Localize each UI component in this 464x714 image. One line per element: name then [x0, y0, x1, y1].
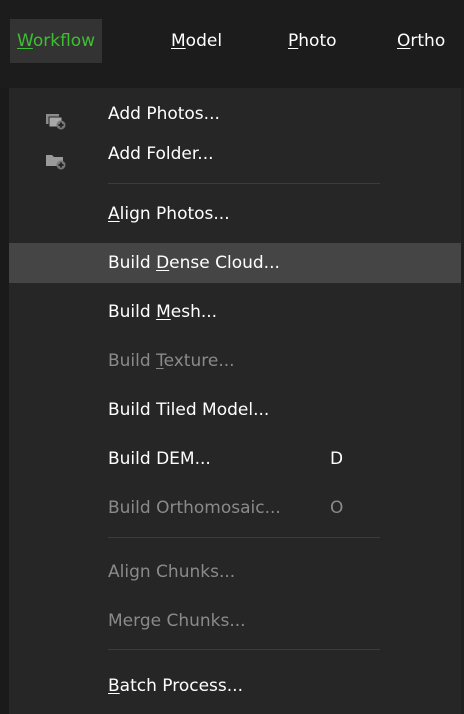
menu-item-merge-chunks[interactable]: Merge Chunks...: [9, 601, 461, 641]
menu-item-align-photos[interactable]: Align Photos...: [9, 194, 461, 234]
menu-item-label: Add Photos...: [108, 104, 220, 124]
menu-model-mnemonic: M: [171, 31, 186, 51]
add-photos-icon: [45, 105, 67, 130]
menu-item-build-dense-cloud[interactable]: Build Dense Cloud...: [9, 243, 461, 283]
menu-photo-label-rest: hoto: [298, 31, 337, 51]
menu-item-align-chunks[interactable]: Align Chunks...: [9, 552, 461, 592]
menu-item-build-mesh[interactable]: Build Mesh...: [9, 292, 461, 332]
menu-item-build-orthomosaic[interactable]: Build Orthomosaic... O: [9, 488, 461, 528]
menu-item-build-texture[interactable]: Build Texture...: [9, 341, 461, 381]
menu-item-label: Build Orthomosaic...: [108, 498, 281, 518]
menu-item-label: Align Photos...: [108, 204, 230, 224]
menu-item-shortcut: D: [330, 449, 344, 469]
menu-separator: [108, 649, 380, 650]
menu-item-label: Add Folder...: [108, 144, 214, 164]
workflow-dropdown-menu: Add Photos... Add Folder... Align Photos…: [9, 88, 461, 714]
menu-item-label: Build DEM...: [108, 449, 211, 469]
menu-ortho[interactable]: Ortho: [397, 19, 445, 63]
menu-item-shortcut: O: [330, 498, 344, 518]
window-left-edge: [0, 88, 9, 714]
menu-workflow-mnemonic: W: [17, 31, 33, 51]
menu-separator: [108, 537, 380, 538]
menu-item-label: Merge Chunks...: [108, 611, 246, 631]
menu-item-label: Batch Process...: [108, 676, 243, 696]
menu-item-batch-process[interactable]: Batch Process...: [9, 666, 461, 706]
menu-item-label: Build Dense Cloud...: [108, 253, 280, 273]
menu-ortho-label-rest: rtho: [410, 31, 446, 51]
add-folder-icon: [45, 145, 67, 170]
menu-item-build-tiled-model[interactable]: Build Tiled Model...: [9, 390, 461, 430]
menu-workflow-label-rest: orkflow: [32, 31, 96, 51]
menu-ortho-mnemonic: O: [397, 31, 411, 51]
menu-item-label: Build Texture...: [108, 351, 235, 371]
menu-item-label: Build Tiled Model...: [108, 400, 270, 420]
menu-item-label: Build Mesh...: [108, 302, 218, 322]
menu-item-add-folder[interactable]: Add Folder...: [9, 134, 461, 174]
menu-bar: Workflow Model Photo Ortho: [0, 0, 464, 88]
menu-item-label: Align Chunks...: [108, 562, 236, 582]
menu-photo[interactable]: Photo: [288, 19, 337, 63]
menu-model-label-rest: odel: [185, 31, 223, 51]
menu-item-build-dem[interactable]: Build DEM... D: [9, 439, 461, 479]
menu-photo-mnemonic: P: [288, 31, 299, 51]
menu-model[interactable]: Model: [171, 19, 222, 63]
menu-workflow[interactable]: Workflow: [10, 19, 103, 63]
menu-item-add-photos[interactable]: Add Photos...: [9, 94, 461, 134]
menu-separator: [108, 183, 380, 184]
